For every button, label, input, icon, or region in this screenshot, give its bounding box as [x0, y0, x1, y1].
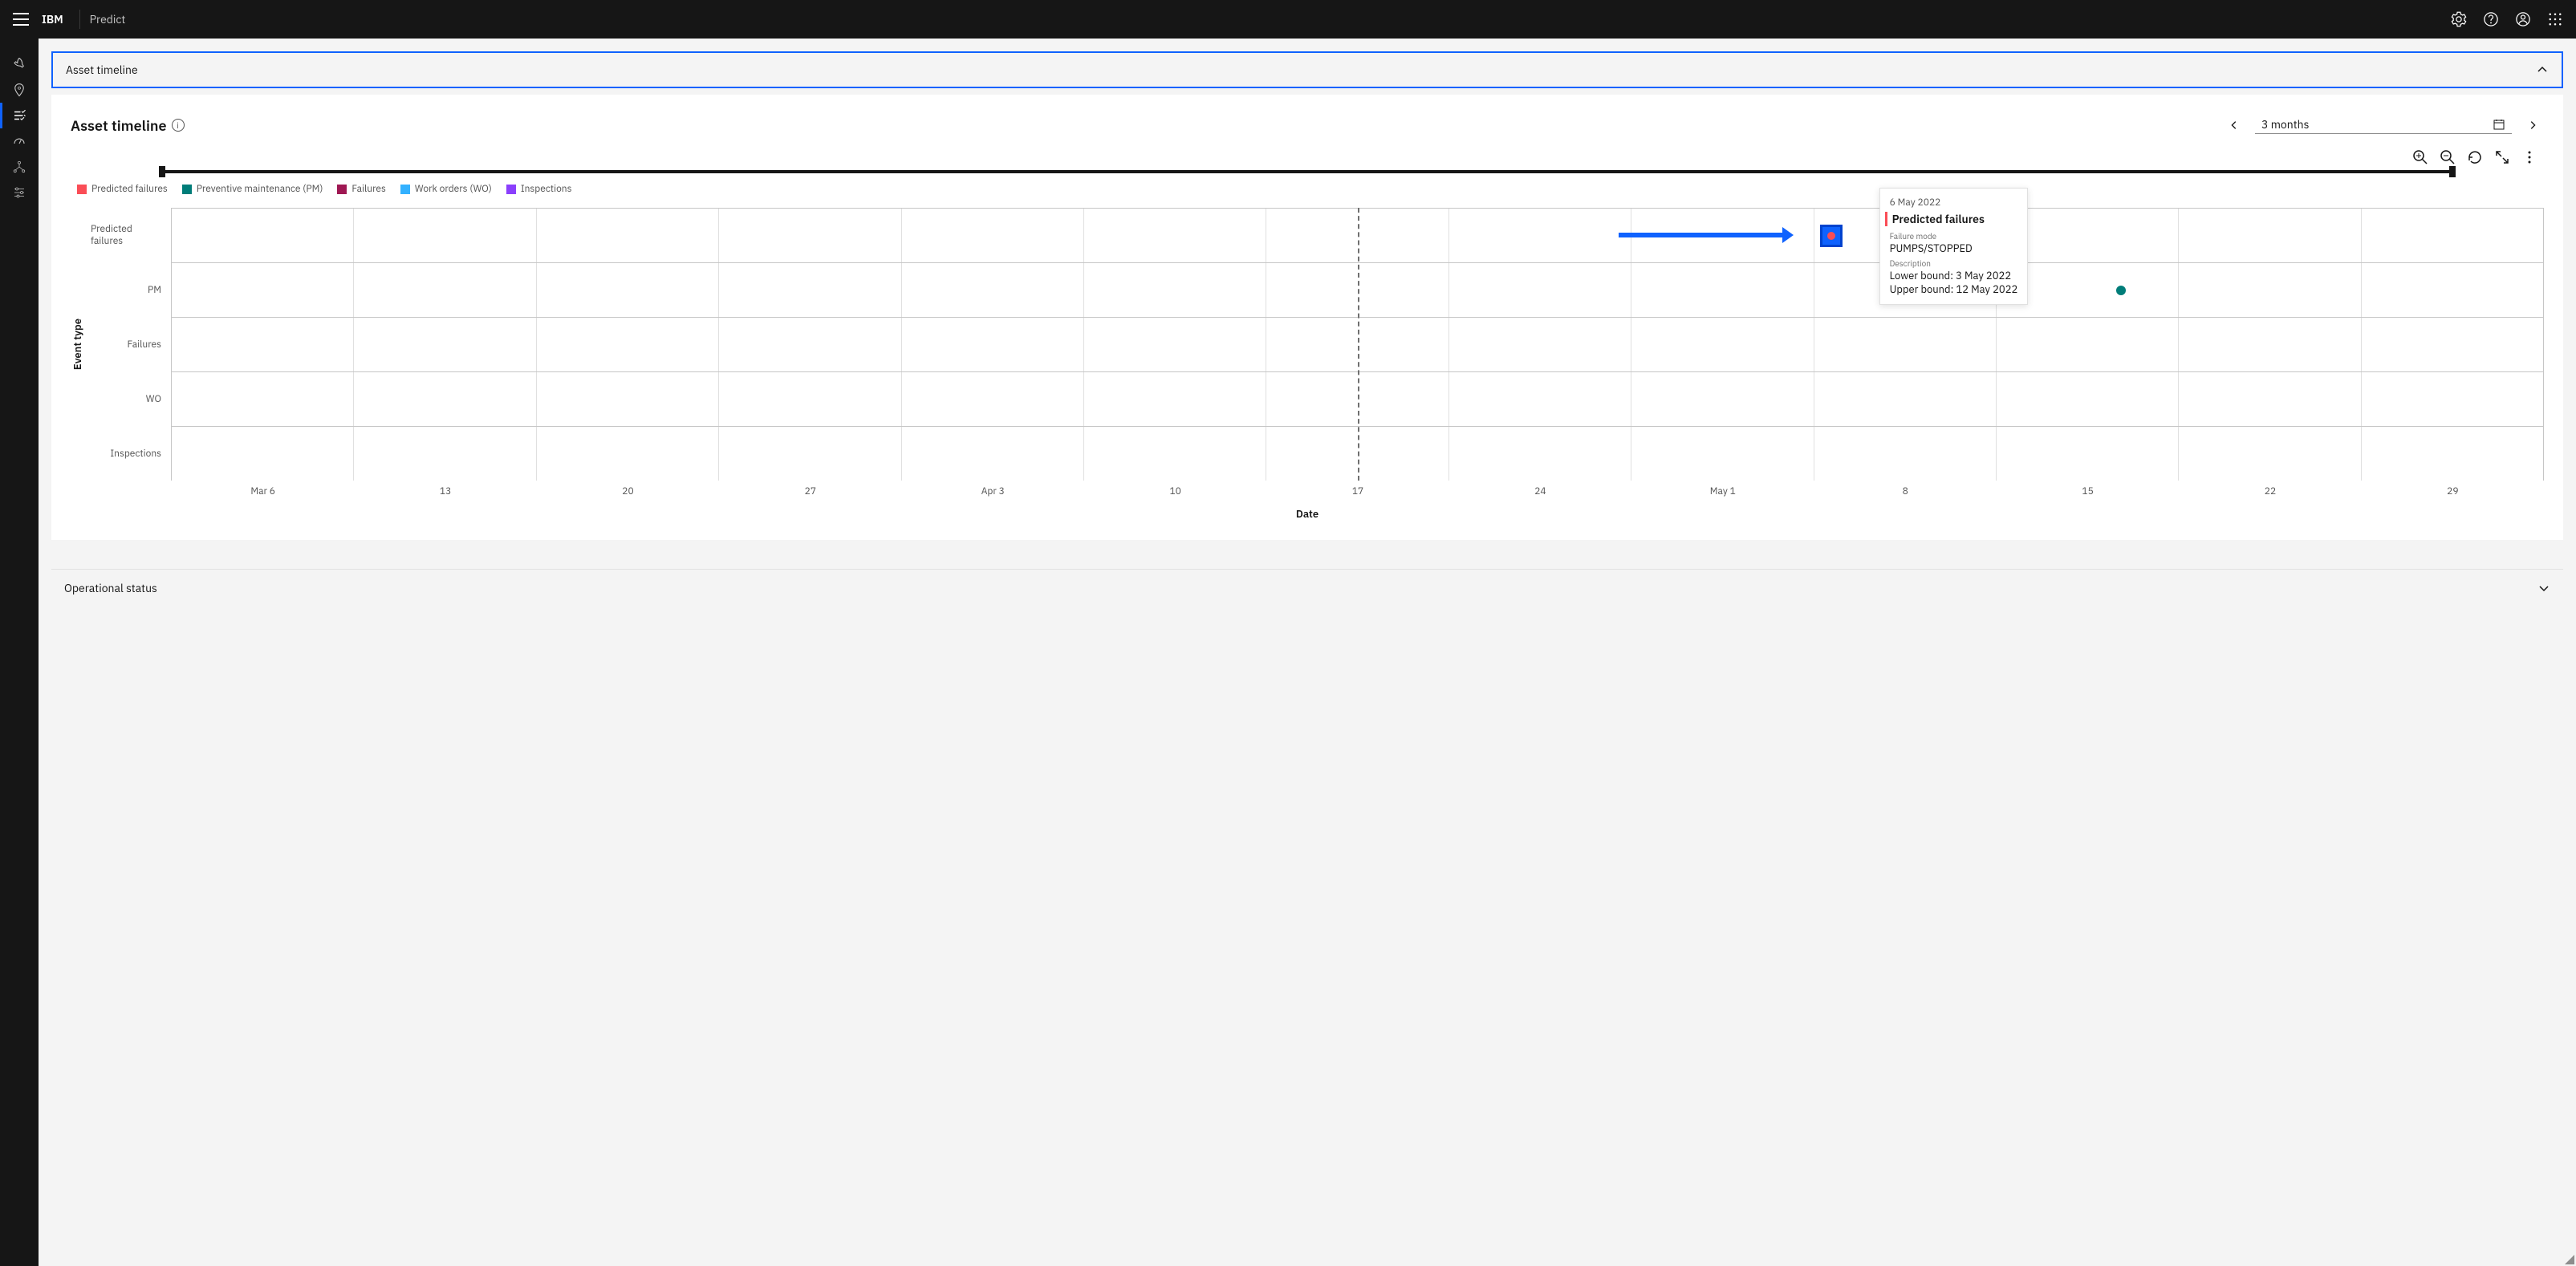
overflow-menu-button[interactable] — [2521, 149, 2537, 165]
tooltip-lower-bound: Lower bound: 3 May 2022 — [1890, 269, 2018, 282]
card-header: Asset timeline i 3 months — [71, 114, 2544, 136]
top-bar: IBM Predict — [0, 0, 2576, 39]
pm-event-marker[interactable] — [2116, 286, 2126, 295]
accordion-asset-timeline[interactable]: Asset timeline — [51, 51, 2563, 88]
tooltip-failure-mode-label: Failure mode — [1890, 231, 2018, 241]
legend-item[interactable]: Predicted failures — [77, 183, 168, 195]
sidebar-item-rocket[interactable] — [0, 51, 39, 77]
x-axis-title: Date — [71, 507, 2544, 521]
tooltip-upper-bound: Upper bound: 12 May 2022 — [1890, 282, 2018, 296]
reset-zoom-button[interactable] — [2467, 149, 2483, 165]
legend-item[interactable]: Failures — [337, 183, 386, 195]
today-indicator — [1358, 208, 1359, 481]
legend-item[interactable]: Work orders (WO) — [400, 183, 492, 195]
sidebar-item-gauge[interactable] — [0, 128, 39, 154]
resize-handle-icon[interactable] — [2565, 1255, 2574, 1264]
chevron-down-icon — [2537, 582, 2550, 594]
fullscreen-button[interactable] — [2494, 149, 2510, 165]
chart-grid: 6 May 2022 Predicted failures Failure mo… — [171, 208, 2544, 481]
x-axis: Mar 6 13 20 27 Apr 3 10 17 24 May 1 8 15… — [172, 485, 2544, 497]
chevron-up-icon — [2536, 63, 2549, 76]
zoom-in-button[interactable] — [2412, 149, 2428, 165]
slider-handle-right[interactable] — [2449, 166, 2456, 177]
header-divider — [79, 10, 80, 29]
legend-item[interactable]: Preventive maintenance (PM) — [182, 183, 323, 195]
product-label: Predict — [90, 12, 126, 26]
brand-label: IBM — [42, 12, 63, 26]
date-range-select[interactable]: 3 months — [2255, 117, 2512, 134]
tooltip-description-label: Description — [1890, 258, 2018, 269]
left-sidebar — [0, 39, 39, 1266]
operational-status-title: Operational status — [64, 581, 157, 595]
sidebar-item-sliders[interactable] — [0, 180, 39, 205]
date-range-next-button[interactable] — [2521, 114, 2544, 136]
slider-handle-left[interactable] — [159, 166, 165, 177]
timeline-chart: Event type Predicted failures PM Failure… — [71, 208, 2544, 481]
accordion-operational-status[interactable]: Operational status — [51, 569, 2563, 607]
sidebar-item-hierarchy[interactable] — [0, 154, 39, 180]
app-switcher-icon[interactable] — [2547, 11, 2563, 27]
card-title: Asset timeline — [71, 116, 167, 135]
date-range-prev-button[interactable] — [2223, 114, 2245, 136]
y-axis-labels: Predicted failures PM Failures WO Inspec… — [91, 208, 171, 481]
accordion-title: Asset timeline — [66, 63, 138, 77]
tooltip-failure-mode: PUMPS/STOPPED — [1890, 241, 2018, 255]
asset-timeline-card: Asset timeline i 3 months Predicted — [51, 95, 2563, 540]
help-icon[interactable] — [2483, 11, 2499, 27]
info-icon[interactable]: i — [172, 119, 185, 132]
event-tooltip: 6 May 2022 Predicted failures Failure mo… — [1879, 188, 2029, 305]
calendar-icon — [2493, 118, 2505, 131]
annotation-arrow — [1619, 233, 1785, 237]
user-icon[interactable] — [2515, 11, 2531, 27]
timeline-range-slider[interactable] — [71, 170, 2544, 173]
settings-icon[interactable] — [2451, 11, 2467, 27]
zoom-out-button[interactable] — [2440, 149, 2456, 165]
tooltip-date: 6 May 2022 — [1890, 197, 2018, 209]
date-range-label: 3 months — [2261, 117, 2309, 132]
chart-legend: Predicted failures Preventive maintenanc… — [71, 183, 2544, 195]
menu-hamburger-button[interactable] — [13, 11, 29, 27]
main-content: Asset timeline Asset timeline i 3 months — [39, 39, 2576, 1266]
legend-item[interactable]: Inspections — [506, 183, 572, 195]
sidebar-item-location[interactable] — [0, 77, 39, 103]
chart-toolbar — [71, 149, 2544, 165]
sidebar-item-timeline[interactable] — [0, 103, 39, 128]
y-axis-title: Event type — [71, 319, 84, 370]
tooltip-title: Predicted failures — [1885, 212, 2018, 226]
predicted-failure-marker[interactable] — [1820, 225, 1843, 247]
marker-dot-icon — [1827, 232, 1835, 240]
